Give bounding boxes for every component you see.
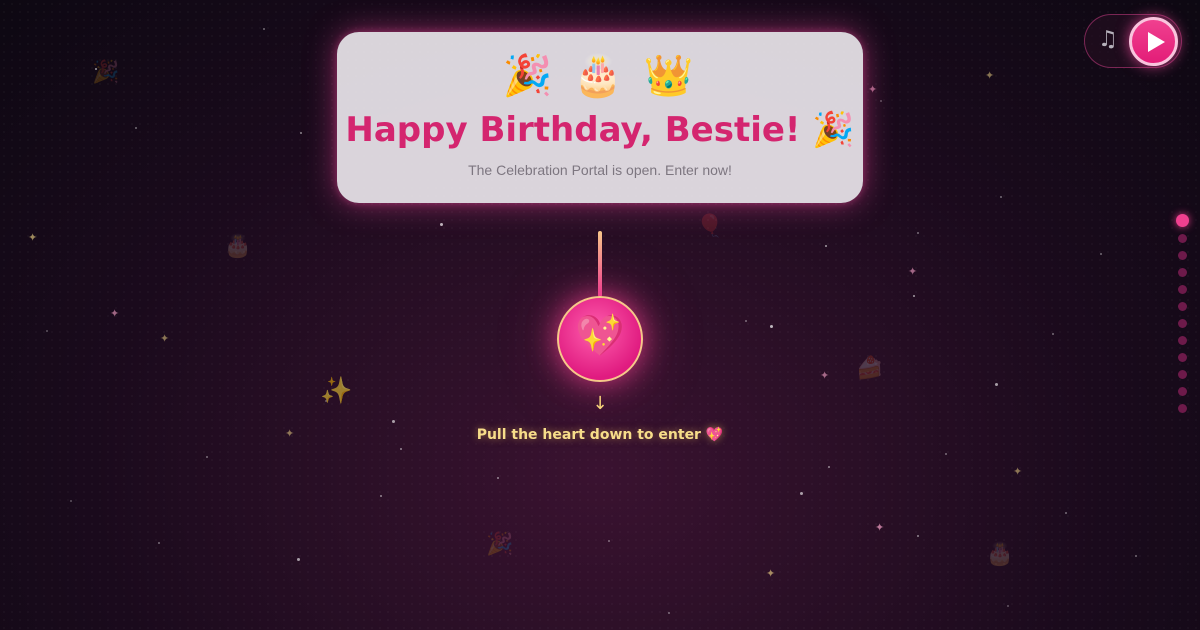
section-dot-7[interactable] [1178, 319, 1187, 328]
celebration-emojis: 🎉 🎂 👑 [502, 53, 698, 99]
section-dot-9[interactable] [1178, 353, 1187, 362]
pull-string [598, 231, 602, 297]
section-dot-1[interactable] [1176, 214, 1189, 227]
sparkle-heart-icon: 💖 [575, 313, 625, 359]
section-dot-12[interactable] [1178, 404, 1187, 413]
greeting-card: 🎉 🎂 👑 Happy Birthday, Bestie! 🎉 The Cele… [337, 32, 863, 203]
section-dot-11[interactable] [1178, 387, 1187, 396]
section-dot-8[interactable] [1178, 336, 1187, 345]
page-subtitle: The Celebration Portal is open. Enter no… [468, 162, 732, 178]
pull-heart-handle[interactable]: 💖 [557, 296, 643, 382]
arrow-down-icon: ↓ [592, 393, 608, 414]
section-dot-5[interactable] [1178, 285, 1187, 294]
page-title: Happy Birthday, Bestie! 🎉 [345, 110, 855, 150]
section-dot-2[interactable] [1178, 234, 1187, 243]
section-dot-4[interactable] [1178, 268, 1187, 277]
pull-instruction: Pull the heart down to enter 💖 [476, 427, 724, 443]
section-dot-10[interactable] [1178, 370, 1187, 379]
play-icon [1148, 32, 1165, 52]
section-dot-6[interactable] [1178, 302, 1187, 311]
section-dot-3[interactable] [1178, 251, 1187, 260]
play-music-button[interactable] [1129, 17, 1178, 66]
music-note-icon: ♫ [1098, 27, 1118, 52]
